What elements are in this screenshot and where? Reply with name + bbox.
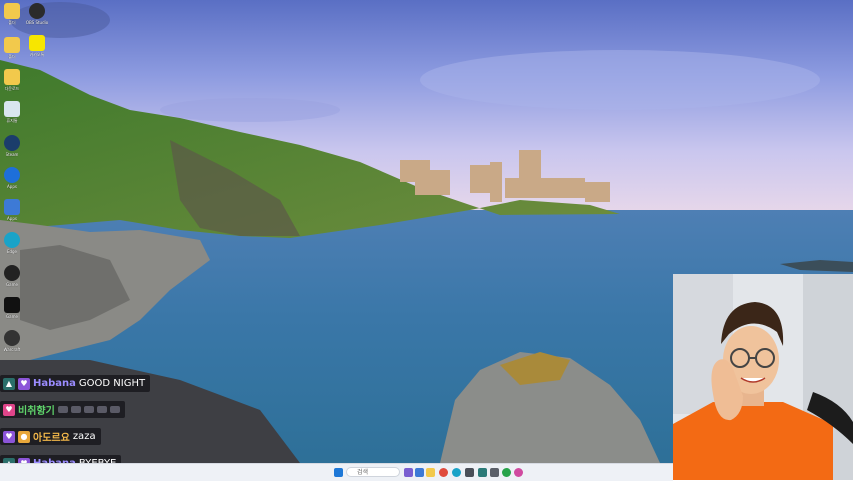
- app-icon: [4, 167, 20, 183]
- chat-username: 아도르요: [33, 433, 70, 444]
- app-icon[interactable]: [490, 468, 499, 477]
- app-icon[interactable]: [514, 468, 523, 477]
- emote-icon: [57, 406, 68, 413]
- heart-badge-icon: ♥: [18, 377, 30, 390]
- emote-icon: [83, 406, 94, 413]
- folder-icon: [4, 3, 20, 19]
- chat-text: zaza: [72, 431, 96, 442]
- folder-icon: [4, 37, 20, 53]
- kakaotalk-icon: [29, 35, 45, 51]
- desktop-icon-obs[interactable]: OBS Studio: [25, 3, 49, 33]
- app-icon[interactable]: [465, 468, 474, 477]
- emote-icon: [109, 406, 120, 413]
- warcraft-icon: [4, 330, 20, 346]
- app-icon: [4, 297, 20, 313]
- edge-icon[interactable]: [452, 468, 461, 477]
- desktop-icon-kakaotalk[interactable]: 카카오톡: [25, 35, 49, 65]
- desktop-icon-edge[interactable]: Edge: [0, 232, 24, 262]
- chat-username: 비취향기: [18, 406, 55, 417]
- desktop-icon-recycle-bin[interactable]: 휴지통: [0, 101, 24, 131]
- desktop-icon-warcraft[interactable]: Warcraft: [0, 330, 24, 360]
- desktop-icon-app[interactable]: Apps: [0, 199, 24, 229]
- app-icon[interactable]: [478, 468, 487, 477]
- file-explorer-icon[interactable]: [426, 468, 435, 477]
- chat-message: ♥ 비취향기: [0, 401, 125, 418]
- desktop-icon-game[interactable]: Game: [0, 297, 24, 327]
- moderator-badge-icon: ▲: [3, 377, 15, 390]
- taskbar-search-input[interactable]: 검색: [346, 467, 400, 477]
- desktop-icon-downloads[interactable]: 다운로드: [0, 69, 24, 99]
- chat-text: GOOD NIGHT: [78, 378, 146, 389]
- emote-icon: [70, 406, 81, 413]
- heart-badge-icon: ♥: [3, 403, 15, 416]
- app-icon: [29, 3, 45, 19]
- desktop-icon-steam[interactable]: Steam: [0, 135, 24, 165]
- task-view-icon[interactable]: [415, 468, 424, 477]
- emote-icon: [96, 406, 107, 413]
- taskbar: 검색: [0, 463, 673, 481]
- desktop-icon-folder[interactable]: 폴더: [0, 37, 24, 67]
- start-button-icon[interactable]: [334, 468, 343, 477]
- heart-badge-icon: ♥: [3, 430, 15, 443]
- recycle-bin-icon: [4, 101, 20, 117]
- desktop-icon-folder[interactable]: 폴더: [0, 3, 24, 33]
- webcam-overlay: [673, 274, 853, 480]
- chat-message: ♥ ● 아도르요 zaza: [0, 428, 101, 445]
- chrome-icon[interactable]: [439, 468, 448, 477]
- folder-icon: [4, 69, 20, 85]
- steam-icon: [4, 135, 20, 151]
- edge-icon: [4, 232, 20, 248]
- subscriber-badge-icon: ●: [18, 430, 30, 443]
- app-icon: [4, 199, 20, 215]
- app-icon[interactable]: [502, 468, 511, 477]
- desktop-icon-game[interactable]: Game: [0, 265, 24, 295]
- chat-message: ▲ ♥ Habana GOOD NIGHT: [0, 375, 151, 392]
- search-placeholder: 검색: [357, 469, 369, 476]
- app-icon: [4, 265, 20, 281]
- widgets-icon[interactable]: [404, 468, 413, 477]
- chat-username: Habana: [33, 378, 76, 389]
- streamer-camera-image: [673, 274, 853, 480]
- desktop-icon-app[interactable]: Apps: [0, 167, 24, 197]
